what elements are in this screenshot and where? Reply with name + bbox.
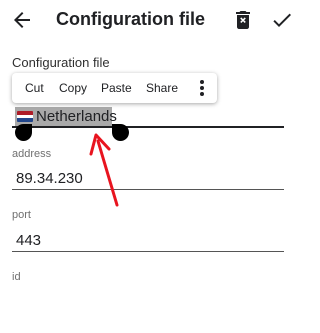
selection-end-handle[interactable] (112, 124, 129, 141)
config-file-label: Configuration file (12, 55, 110, 70)
netherlands-flag-icon (17, 111, 33, 122)
id-label: id (12, 271, 21, 283)
address-label: address (12, 148, 52, 160)
paste-menu-item[interactable]: Paste (101, 81, 132, 95)
more-vertical-icon[interactable] (193, 78, 211, 98)
text-selection-menu: Cut Copy Paste Share (12, 73, 217, 103)
delete-icon[interactable] (231, 8, 255, 32)
selection-start-handle[interactable] (15, 124, 32, 141)
port-input[interactable]: 443 (16, 232, 41, 249)
page-title: Configuration file (56, 9, 205, 29)
cut-menu-item[interactable]: Cut (25, 81, 44, 95)
address-input[interactable]: 89.34.230 (16, 170, 83, 187)
check-icon[interactable] (270, 8, 294, 32)
config-file-input[interactable]: Netherlands (36, 108, 117, 125)
port-label: port (12, 209, 31, 221)
copy-menu-item[interactable]: Copy (59, 81, 87, 95)
arrow-back-icon[interactable] (10, 8, 34, 32)
address-underline (12, 189, 284, 190)
annotation-arrow-icon (89, 133, 119, 207)
app-bar: Configuration file (0, 0, 300, 40)
config-file-underline (12, 126, 284, 128)
port-underline (12, 251, 284, 252)
share-menu-item[interactable]: Share (146, 81, 178, 95)
